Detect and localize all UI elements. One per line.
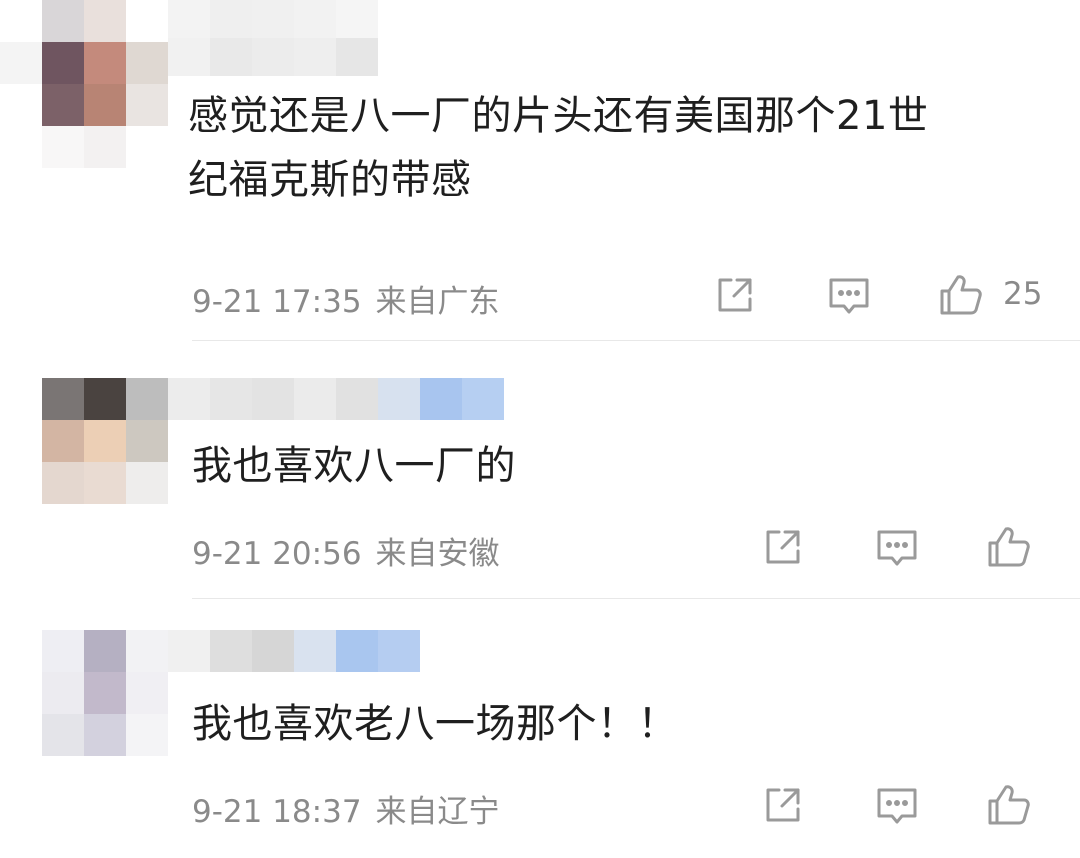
- comment-item: 感觉还是八一厂的片头还有美国那个21世 纪福克斯的带感 9-21 17:35 来自…: [0, 0, 1080, 342]
- share-button[interactable]: [758, 780, 808, 830]
- username-blurred[interactable]: [168, 0, 378, 76]
- like-button[interactable]: [984, 522, 1034, 572]
- like-button[interactable]: [936, 270, 986, 320]
- comment-icon: [877, 530, 917, 566]
- username-blurred[interactable]: [168, 630, 420, 672]
- comment-date: 9-21 20:56: [192, 536, 362, 572]
- comment-location: 来自广东: [375, 284, 500, 320]
- thumbs-up-icon: [988, 527, 1030, 567]
- divider: [192, 340, 1080, 341]
- comment-item: 我也喜欢八一厂的 9-21 20:56 来自安徽: [0, 342, 1080, 600]
- thumbs-up-icon: [940, 275, 982, 315]
- comment-date: 9-21 17:35: [192, 284, 362, 320]
- like-button[interactable]: [984, 780, 1034, 830]
- comment-date: 9-21 18:37: [192, 794, 362, 830]
- comment-text: 我也喜欢八一厂的: [192, 443, 516, 489]
- avatar[interactable]: [0, 630, 168, 756]
- comment-meta: 9-21 18:37 来自辽宁: [192, 786, 500, 831]
- username-blurred[interactable]: [168, 378, 504, 420]
- comment-meta: 9-21 20:56 来自安徽: [192, 528, 500, 573]
- reply-button[interactable]: [824, 270, 874, 320]
- share-button[interactable]: [710, 270, 760, 320]
- comment-item: 我也喜欢老八一场那个！！ 9-21 18:37 来自辽宁: [0, 600, 1080, 858]
- share-icon: [766, 788, 800, 822]
- comment-location: 来自辽宁: [375, 794, 500, 830]
- comment-icon: [877, 788, 917, 824]
- share-icon: [766, 530, 800, 564]
- avatar[interactable]: [0, 378, 168, 504]
- reply-button[interactable]: [872, 522, 922, 572]
- thumbs-up-icon: [988, 785, 1030, 825]
- avatar[interactable]: [0, 0, 168, 168]
- comment-text: 感觉还是八一厂的片头还有美国那个21世 纪福克斯的带感: [188, 93, 929, 203]
- comment-text: 我也喜欢老八一场那个！！: [192, 701, 678, 747]
- like-count: 25: [1003, 276, 1043, 312]
- reply-button[interactable]: [872, 780, 922, 830]
- comment-icon: [829, 278, 869, 314]
- share-button[interactable]: [758, 522, 808, 572]
- divider: [192, 598, 1080, 599]
- comment-location: 来自安徽: [375, 536, 500, 572]
- comment-meta: 9-21 17:35 来自广东: [192, 276, 500, 321]
- share-icon: [718, 278, 752, 312]
